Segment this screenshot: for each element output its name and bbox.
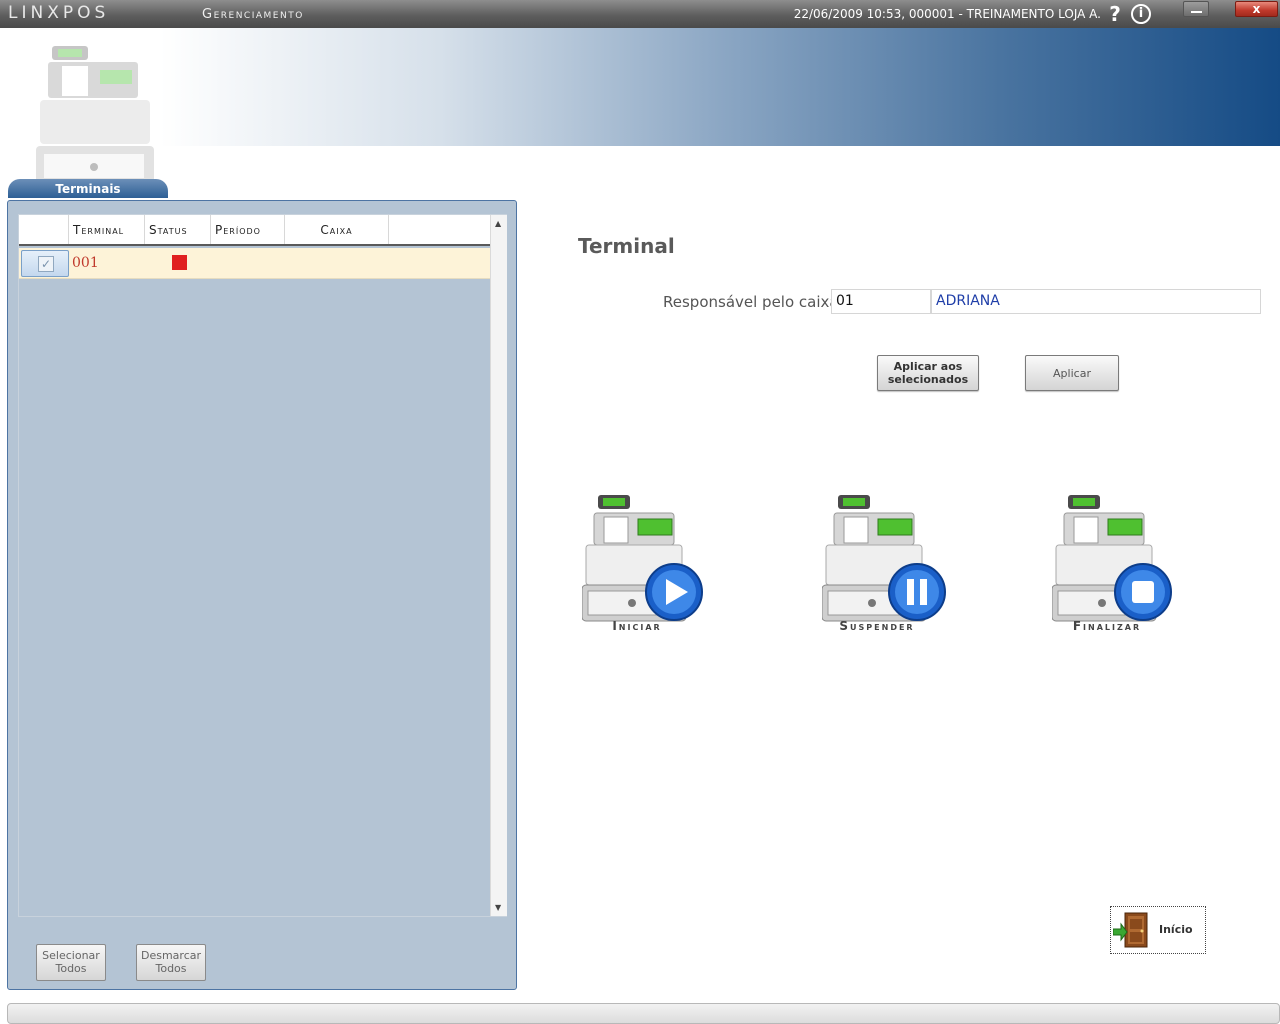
stop-icon <box>1052 495 1172 622</box>
iniciar-button[interactable]: Iniciar <box>582 495 722 645</box>
scroll-down-icon[interactable]: ▼ <box>495 903 501 912</box>
table-row[interactable]: ✓ 001 <box>19 248 490 279</box>
deselect-all-button[interactable]: Desmarcar Todos <box>136 944 206 981</box>
grid-col-select <box>19 215 69 244</box>
tab-terminais[interactable]: Terminais <box>8 179 168 198</box>
play-icon <box>582 495 703 622</box>
suspender-button[interactable]: Suspender <box>822 495 962 645</box>
cash-register-header-icon <box>36 46 154 184</box>
module-title: Gerenciamento <box>202 7 304 22</box>
status-bar <box>7 1003 1280 1024</box>
header-banner <box>160 28 1280 146</box>
grid-col-terminal[interactable]: Terminal <box>69 215 145 244</box>
section-title: Terminal <box>578 234 675 258</box>
home-button[interactable]: Início <box>1110 906 1206 954</box>
cell-terminal: 001 <box>72 255 99 271</box>
terminal-list-panel: Terminal Status Período Caixa ✓ 001 ▲ ▼ … <box>7 200 517 990</box>
pause-icon <box>822 495 946 622</box>
check-icon: ✓ <box>38 256 54 272</box>
close-button[interactable]: x <box>1235 1 1278 17</box>
grid-col-status[interactable]: Status <box>145 215 211 244</box>
grid-col-periodo[interactable]: Período <box>211 215 285 244</box>
session-info: 22/06/2009 10:53, 000001 - TREINAMENTO L… <box>793 7 1101 21</box>
app-brand: LINXPOS <box>8 3 110 23</box>
home-label: Início <box>1159 923 1193 936</box>
door-exit-icon <box>1113 912 1148 948</box>
grid-col-caixa[interactable]: Caixa <box>285 215 389 244</box>
apply-button[interactable]: Aplicar <box>1025 355 1119 391</box>
scroll-up-icon[interactable]: ▲ <box>495 219 501 228</box>
finalizar-label: Finalizar <box>1072 619 1142 633</box>
grid-scrollbar[interactable]: ▲ ▼ <box>490 215 507 916</box>
responsavel-label: Responsável pelo caixa <box>663 293 839 311</box>
responsavel-code-field[interactable]: 01 <box>831 289 931 314</box>
iniciar-label: Iniciar <box>612 619 662 633</box>
grid-header: Terminal Status Período Caixa <box>19 215 490 246</box>
finalizar-button[interactable]: Finalizar <box>1052 495 1192 645</box>
help-icon[interactable]: ? <box>1106 3 1124 25</box>
responsavel-name-field[interactable]: ADRIANA <box>931 289 1261 314</box>
title-bar: LINXPOS Gerenciamento 22/06/2009 10:53, … <box>0 0 1280 28</box>
select-all-button[interactable]: Selecionar Todos <box>36 944 106 981</box>
info-icon[interactable]: i <box>1131 4 1151 24</box>
minimize-button[interactable] <box>1183 1 1209 17</box>
suspender-label: Suspender <box>839 619 915 633</box>
apply-selected-button[interactable]: Aplicar aos selecionados <box>877 355 979 391</box>
status-indicator <box>172 255 187 270</box>
terminal-grid: Terminal Status Período Caixa ✓ 001 ▲ ▼ <box>18 214 507 917</box>
row-select-checkbox[interactable]: ✓ <box>21 250 69 277</box>
